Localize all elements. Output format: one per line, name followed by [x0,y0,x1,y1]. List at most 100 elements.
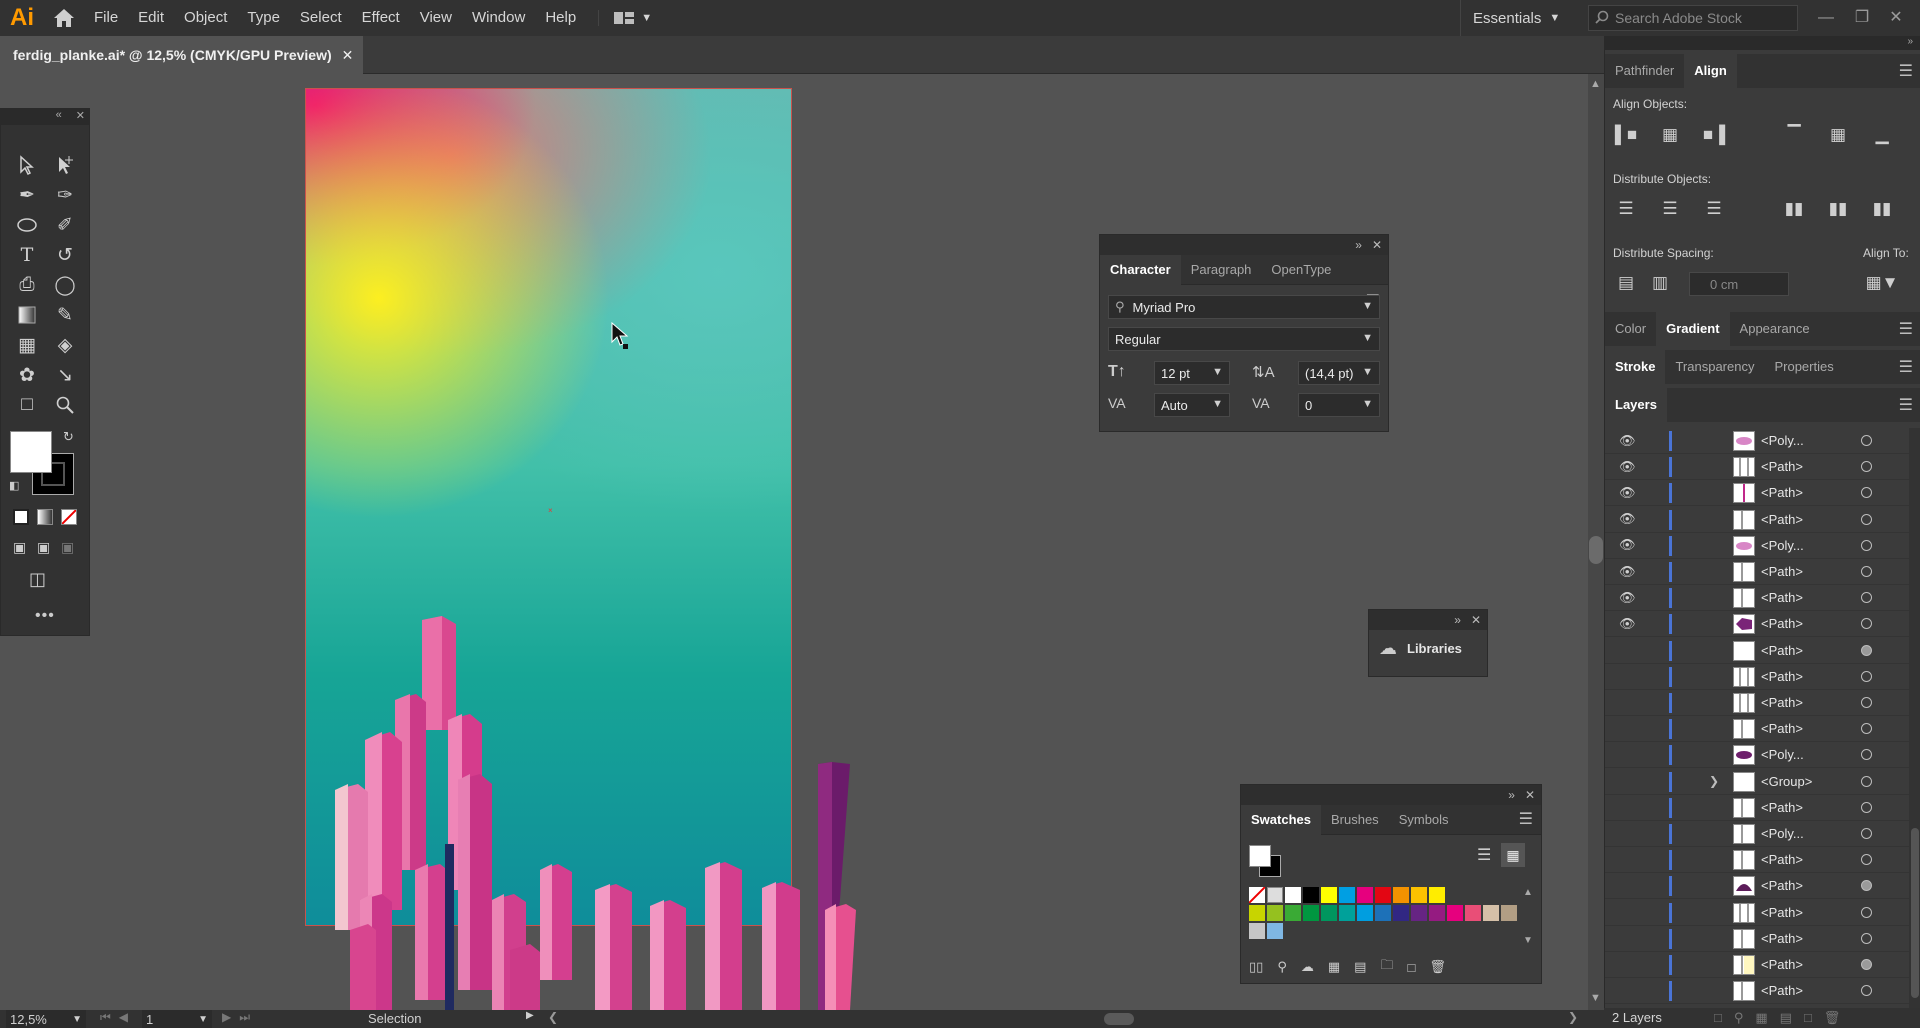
curvature-tool-icon[interactable]: ✑ [51,181,79,209]
menu-file[interactable]: File [84,0,128,36]
target-circle-icon[interactable] [1861,697,1872,708]
menu-object[interactable]: Object [174,0,237,36]
layer-row[interactable]: <Path> [1605,847,1909,874]
tab-properties[interactable]: Properties [1764,350,1843,384]
default-fill-stroke-icon[interactable]: ◧ [9,479,19,492]
menu-window[interactable]: Window [462,0,535,36]
swatch-color[interactable] [1249,923,1265,939]
swatch-color[interactable] [1339,905,1355,921]
swatch-registration[interactable] [1267,887,1283,903]
layer-name[interactable]: <Path> [1761,905,1803,920]
layers-footer-icons[interactable]: □⚲▦▤□🗑 [1714,1010,1852,1026]
swatch-color[interactable] [1267,923,1283,939]
eye-icon[interactable]: 👁 [1619,485,1636,501]
layer-row[interactable]: 👁 <Path> [1605,585,1909,612]
panel-menu-icon[interactable]: ☰ [1899,357,1913,377]
selection-tool-icon[interactable] [13,151,41,179]
align-top-icon[interactable]: ▔ [1781,122,1807,148]
workspace-dropdown[interactable]: Essentials ▼ [1460,0,1560,36]
swatch-color[interactable] [1321,887,1337,903]
new-swatch-icon[interactable]: □ [1407,960,1415,975]
target-circle-icon[interactable] [1861,461,1872,473]
mesh-tool-icon[interactable]: ▦ [13,331,41,359]
swatch-color[interactable] [1429,905,1445,921]
layer-row[interactable]: 👁 <Path> [1605,611,1909,638]
scroll-down-arrow[interactable]: ▼ [1523,935,1533,946]
distribute-top-icon[interactable]: ☰ [1613,196,1639,222]
layer-name[interactable]: <Path> [1761,616,1803,631]
distribute-vertical-center-icon[interactable]: ☰ [1657,196,1683,222]
target-circle-icon[interactable] [1861,566,1872,577]
scroll-down-arrow[interactable]: ▼ [1590,992,1601,1004]
menu-select[interactable]: Select [290,0,352,36]
tab-paragraph[interactable]: Paragraph [1181,255,1262,285]
target-circle-icon[interactable] [1861,749,1872,761]
layer-name[interactable]: <Path> [1761,852,1803,867]
layer-row[interactable]: <Poly... [1605,742,1909,769]
panel-menu-icon[interactable]: ☰ [1899,395,1913,415]
tab-swatches[interactable]: Swatches [1241,804,1321,835]
layer-row[interactable]: <Path> [1605,795,1909,821]
tab-pathfinder[interactable]: Pathfinder [1605,54,1684,88]
layer-row[interactable]: <Path> [1605,664,1909,690]
swatch-color[interactable] [1483,905,1499,921]
panel-menu-icon[interactable]: ☰ [1519,809,1533,829]
swatch-fill-indicator[interactable] [1249,845,1271,867]
layer-name[interactable]: <Path> [1761,983,1803,998]
layer-name[interactable]: <Path> [1761,695,1803,710]
tab-character[interactable]: Character [1100,254,1181,285]
layer-name[interactable]: <Path> [1761,931,1803,946]
font-family-dropdown[interactable]: ⚲ Myriad Pro ▼ [1108,295,1380,319]
collapse-icon[interactable]: « [56,109,62,125]
scroll-up-arrow[interactable]: ▲ [1523,887,1533,898]
new-folder-icon[interactable]: 🗀 [1380,956,1393,978]
menu-view[interactable]: View [410,0,462,36]
layer-row[interactable]: 👁 <Path> [1605,480,1909,507]
swatch-color[interactable] [1249,905,1265,921]
collapse-icon[interactable]: » [1508,788,1515,802]
crystal-illustration[interactable] [320,610,860,1010]
swatch-color[interactable] [1267,905,1283,921]
tab-opentype[interactable]: OpenType [1261,255,1341,285]
panel-menu-icon[interactable]: ☰ [1899,319,1913,339]
font-size-field[interactable]: 12 pt ▼ [1154,361,1230,385]
swatch-color[interactable] [1429,887,1445,903]
align-bottom-icon[interactable]: ▁ [1869,122,1895,148]
align-right-icon[interactable]: ■▐ [1701,122,1727,148]
layers-scroll-thumb[interactable] [1911,828,1919,998]
tab-gradient[interactable]: Gradient [1656,312,1730,346]
eye-icon[interactable]: 👁 [1619,564,1636,580]
target-circle-icon[interactable] [1861,435,1872,446]
target-circle-icon[interactable] [1861,618,1872,630]
distribute-right-icon[interactable]: ▮▮ [1869,196,1895,222]
target-circle-icon[interactable] [1861,539,1872,551]
vertical-distribute-space-icon[interactable]: ▤ [1613,270,1639,296]
tab-layers[interactable]: Layers [1605,388,1667,422]
panel-menu-icon[interactable]: ☰ [1899,61,1913,81]
target-circle-icon[interactable] [1861,592,1872,604]
home-icon[interactable] [44,0,84,36]
tab-color[interactable]: Color [1605,312,1656,346]
target-circle-icon[interactable] [1861,880,1872,892]
layer-name[interactable]: <Path> [1761,957,1803,972]
menu-help[interactable]: Help [535,0,586,36]
none-mode-icon[interactable] [61,509,77,525]
target-circle-icon[interactable] [1861,828,1872,839]
swatch-color[interactable] [1357,905,1373,921]
swatch-color[interactable] [1411,905,1427,921]
kerning-field[interactable]: Auto ▼ [1154,393,1230,417]
target-circle-icon[interactable] [1861,775,1872,787]
minimize-button[interactable]: — [1814,6,1838,30]
close-icon[interactable]: ✕ [1525,788,1535,802]
gradient-tool-icon[interactable] [13,301,41,329]
swatch-color[interactable] [1393,887,1409,903]
target-circle-icon[interactable] [1861,513,1872,525]
layer-name[interactable]: <Poly... [1761,826,1804,841]
target-circle-icon[interactable] [1861,801,1872,813]
artboard-number-dropdown[interactable]: 1 ▼ [142,1010,212,1028]
paintbrush-tool-icon[interactable]: ✐ [51,211,79,239]
layer-name[interactable]: <Path> [1761,878,1803,893]
align-vertical-center-icon[interactable]: ▦ [1825,122,1851,148]
swatch-color[interactable] [1303,905,1319,921]
dock-collapse-icon[interactable]: » [1605,36,1920,50]
